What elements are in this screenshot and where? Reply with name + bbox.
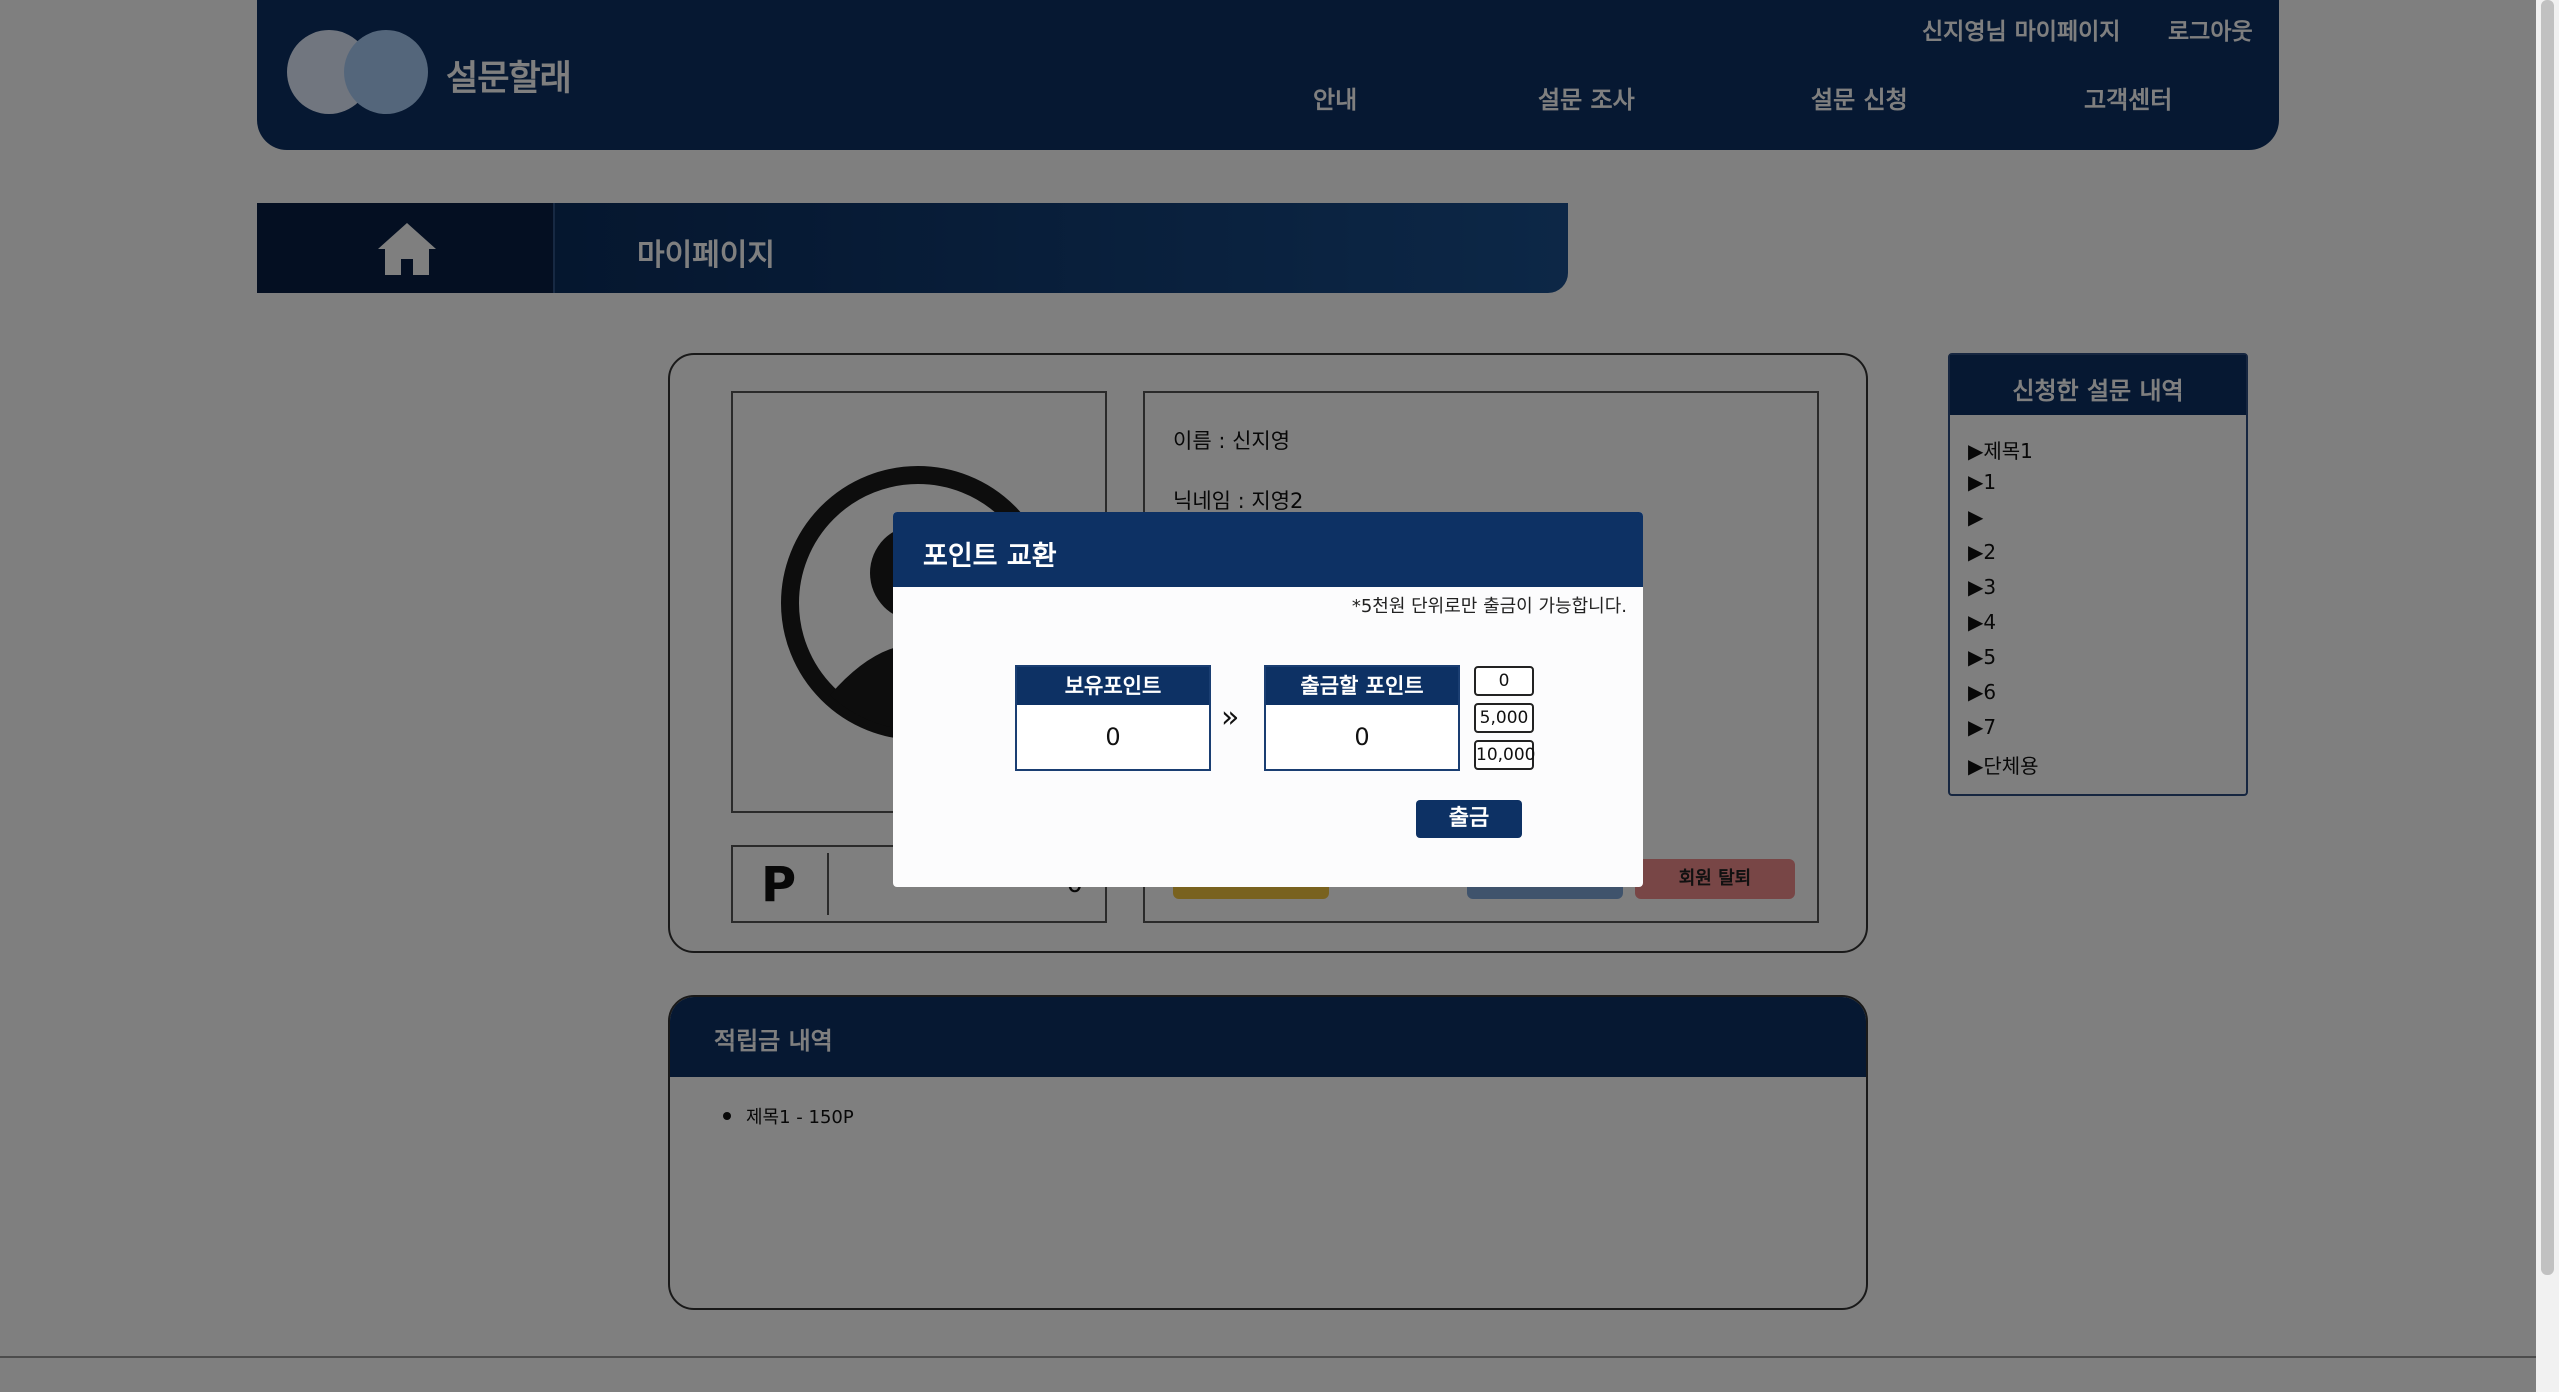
withdraw-submit-button[interactable]: 출금 — [1416, 800, 1522, 838]
withdraw-points-label: 출금할 포인트 — [1266, 667, 1458, 705]
scrollbar[interactable] — [2536, 0, 2559, 1392]
withdraw-note: *5천원 단위로만 출금이 가능합니다. — [1351, 596, 1627, 617]
withdraw-points-input[interactable]: 0 — [1266, 723, 1458, 751]
point-exchange-modal: 포인트 교환 *5천원 단위로만 출금이 가능합니다. 보유포인트 0 » 출금… — [893, 512, 1643, 887]
amount-10000-button[interactable]: 10,000 — [1474, 740, 1535, 770]
owned-points-label: 보유포인트 — [1017, 667, 1209, 705]
owned-points-value: 0 — [1105, 723, 1121, 751]
amount-0-button[interactable]: 0 — [1474, 666, 1534, 696]
withdraw-points-box: 출금할 포인트 0 — [1264, 665, 1460, 771]
scrollbar-thumb[interactable] — [2541, 0, 2554, 1275]
modal-header: 포인트 교환 — [893, 512, 1643, 587]
owned-points-box: 보유포인트 0 — [1015, 665, 1211, 771]
modal-title: 포인트 교환 — [923, 541, 1057, 572]
amount-5000-button[interactable]: 5,000 — [1474, 703, 1534, 733]
double-chevron-right-icon: » — [1221, 700, 1240, 735]
